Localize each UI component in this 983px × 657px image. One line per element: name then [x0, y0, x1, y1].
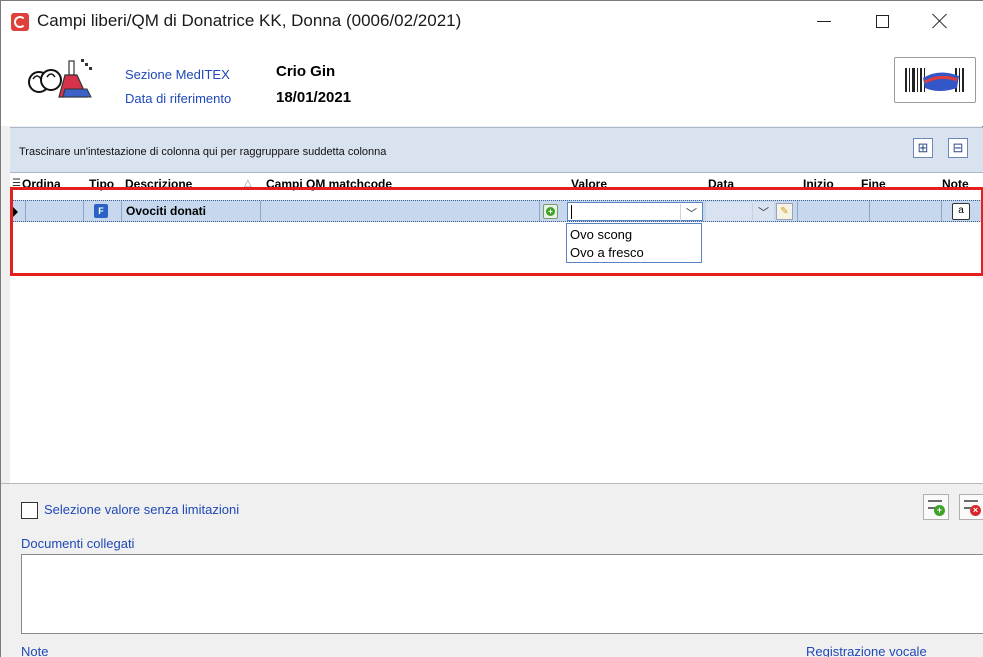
maximize-icon	[875, 14, 889, 28]
reference-date-value: 18/01/2021	[276, 89, 352, 106]
section-label: Sezione MedITEX	[125, 67, 230, 82]
minimize-button[interactable]	[801, 1, 847, 41]
title-bar: Campi liberi/QM di Donatrice KK, Donna (…	[1, 1, 983, 41]
maximize-button[interactable]	[859, 1, 905, 41]
dialog-header: Sezione MedITEX Crio Gin Data di riferim…	[1, 41, 983, 126]
reference-date-label: Data di riferimento	[125, 91, 232, 106]
bottom-panel: Selezione valore senza limitazioni + × D…	[1, 483, 983, 657]
dialog-window: Campi liberi/QM di Donatrice KK, Donna (…	[0, 0, 983, 657]
linked-documents-label: Documenti collegati	[21, 536, 135, 551]
voice-recording-label[interactable]: Registrazione vocale	[806, 644, 927, 657]
barcode-icon	[905, 68, 964, 92]
group-by-panel[interactable]: Trascinare un'intestazione di colonna qu…	[10, 127, 983, 173]
minimize-icon	[817, 20, 831, 22]
barcode-button[interactable]	[894, 57, 976, 103]
delete-icon: ×	[970, 505, 981, 516]
close-icon	[932, 13, 948, 29]
unrestricted-selection-label[interactable]: Selezione valore senza limitazioni	[44, 502, 239, 517]
patient-lab-icon	[28, 59, 92, 98]
unrestricted-selection-checkbox[interactable]	[21, 502, 38, 519]
group-by-hint: Trascinare un'intestazione di colonna qu…	[19, 146, 387, 158]
add-icon: +	[934, 505, 945, 516]
section-value: Crio Gin	[276, 63, 336, 80]
expand-all-button[interactable]: ⊞	[913, 138, 933, 158]
delete-row-button[interactable]: ×	[959, 494, 983, 520]
add-row-button[interactable]: +	[923, 494, 949, 520]
linked-documents-list[interactable]	[21, 554, 983, 634]
close-button[interactable]	[917, 1, 963, 41]
collapse-all-button[interactable]: ⊟	[948, 138, 968, 158]
note-label: Note	[21, 644, 49, 657]
window-title: Campi liberi/QM di Donatrice KK, Donna (…	[37, 11, 462, 30]
app-logo-icon	[11, 13, 29, 31]
highlight-frame	[10, 187, 983, 276]
